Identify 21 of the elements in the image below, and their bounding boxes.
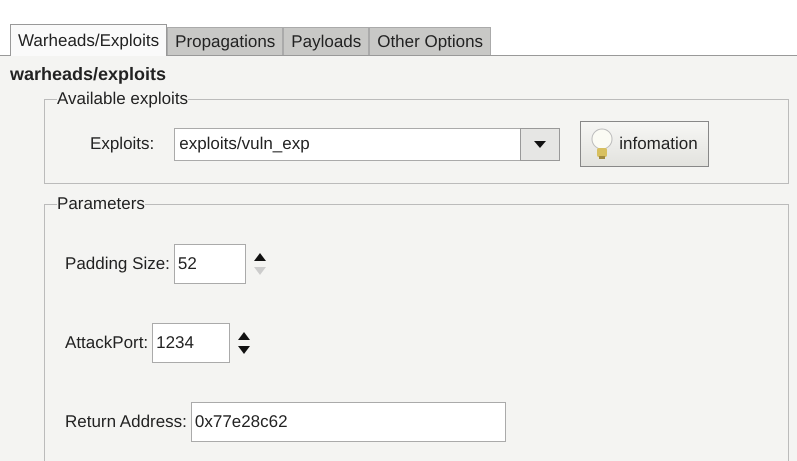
- number-field[interactable]: 52: [174, 244, 246, 284]
- spin-up-icon[interactable]: [254, 252, 266, 260]
- number-field[interactable]: 1234: [152, 322, 230, 362]
- tab[interactable]: Propagations: [167, 27, 284, 55]
- spin-down-icon[interactable]: [238, 346, 250, 354]
- tab[interactable]: Warheads/Exploits: [10, 24, 168, 56]
- light-bulb-icon: [591, 128, 614, 160]
- field-label: AttackPort:: [65, 332, 148, 352]
- group-title: Available exploits: [57, 89, 188, 109]
- group-title: Parameters: [57, 194, 145, 214]
- tab[interactable]: Other Options: [369, 27, 492, 55]
- field-label: Exploits:: [90, 134, 154, 154]
- caret-icon: [534, 140, 546, 148]
- tab[interactable]: Payloads: [283, 27, 370, 55]
- dropdown-button[interactable]: [520, 128, 560, 160]
- spin-up-icon[interactable]: [238, 332, 250, 340]
- section-heading: warheads/exploits: [10, 64, 166, 85]
- field-label: Return Address:: [65, 412, 187, 432]
- text-field[interactable]: 0x77e28c62: [190, 402, 506, 442]
- information-button[interactable]: infomation: [580, 121, 709, 167]
- field-label: Padding Size:: [65, 254, 170, 274]
